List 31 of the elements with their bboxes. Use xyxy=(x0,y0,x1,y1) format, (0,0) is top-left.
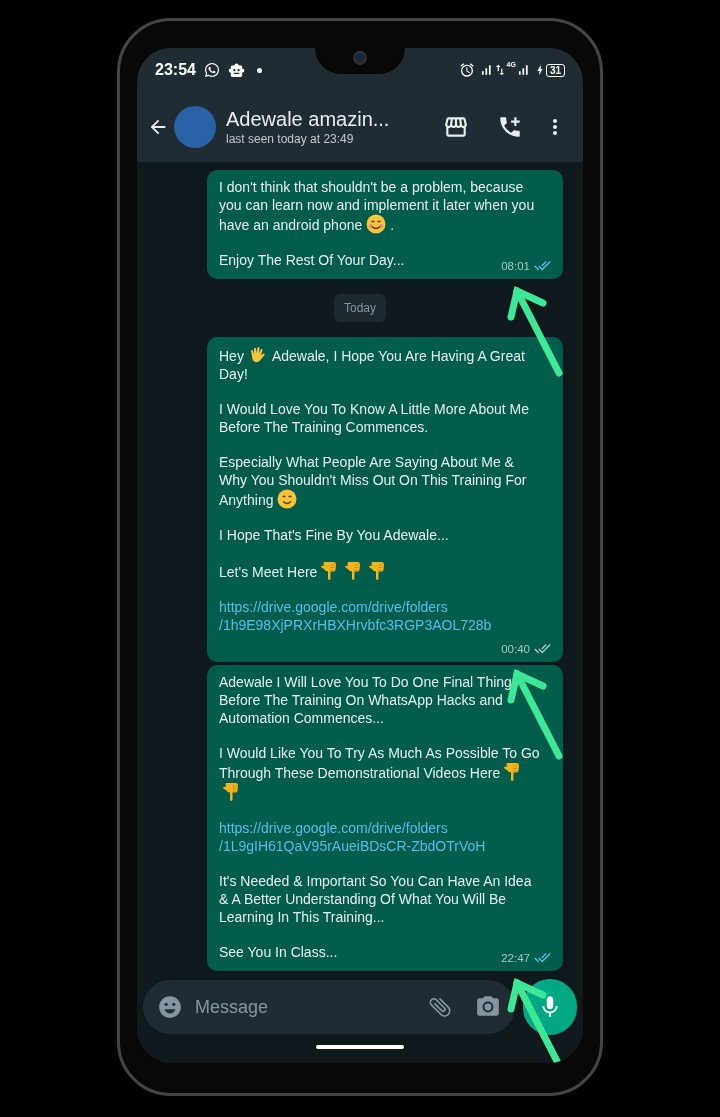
message-text: Enjoy The Rest Of Your Day... xyxy=(219,252,405,268)
status-time: 23:54 xyxy=(155,60,196,80)
message-text: It's Needed & Important So You Can Have An Idea & A Better Understanding Of What You Will Be Learning In This Training... xyxy=(219,873,532,925)
last-seen-status: last seen today at 23:49 xyxy=(226,131,355,147)
message-time: 08:01 xyxy=(501,258,530,273)
message-text: I Would Love You To Know A Little More About Me Before The Training Commences. xyxy=(219,401,530,435)
message-text: Hey xyxy=(219,348,244,364)
battery-level: 31 xyxy=(545,63,565,77)
message-text: Adewale, I Hope You Are Having A Great xyxy=(271,348,525,364)
message-text: See You In Class... xyxy=(219,944,338,960)
message-time: 22:47 xyxy=(501,950,530,965)
message-time: 00:40 xyxy=(501,641,530,656)
message-text: Anything xyxy=(219,492,274,508)
drive-link[interactable]: https://drive.google.com/drive/folders /1L9gIH61QaV95rAueiBDsCR-ZbdOTrVoH xyxy=(219,819,486,855)
message-text: Through These Demonstrational Videos Here xyxy=(219,765,501,781)
message-text: Especially What People Are Saying About Me & xyxy=(219,454,514,470)
message-text: have an android phone xyxy=(219,217,363,233)
date-chip: Today xyxy=(334,294,386,322)
message-input[interactable]: Message xyxy=(195,993,427,1021)
drive-link[interactable]: https://drive.google.com/drive/folders /1h9E98XjPRXrHBXHrvbfc3RGP3AOL728b xyxy=(219,598,492,634)
message-text: Adewale I Will Love You To Do One Final Thing Before The Training On WhatsApp Hacks and Automation Commences... xyxy=(219,674,512,726)
message-text: Let's Meet Here xyxy=(219,564,318,580)
message-input-field[interactable]: Message xyxy=(143,980,515,1034)
message-text: . xyxy=(390,217,395,233)
message-text: I don't think that shouldn't be a problem, because xyxy=(219,179,524,195)
message-text: you can learn now and implement it later when you xyxy=(219,197,535,213)
contact-name[interactable]: Adewale amazin... xyxy=(226,107,435,131)
message-text: I Hope That's Fine By You Adewale... xyxy=(219,527,449,543)
message-text: Why You Shouldn't Miss Out On This Training For xyxy=(219,472,527,488)
message-text: Day! xyxy=(219,366,248,382)
message-text: I Would Like You To Try As Much As Possible To Go xyxy=(219,745,540,761)
